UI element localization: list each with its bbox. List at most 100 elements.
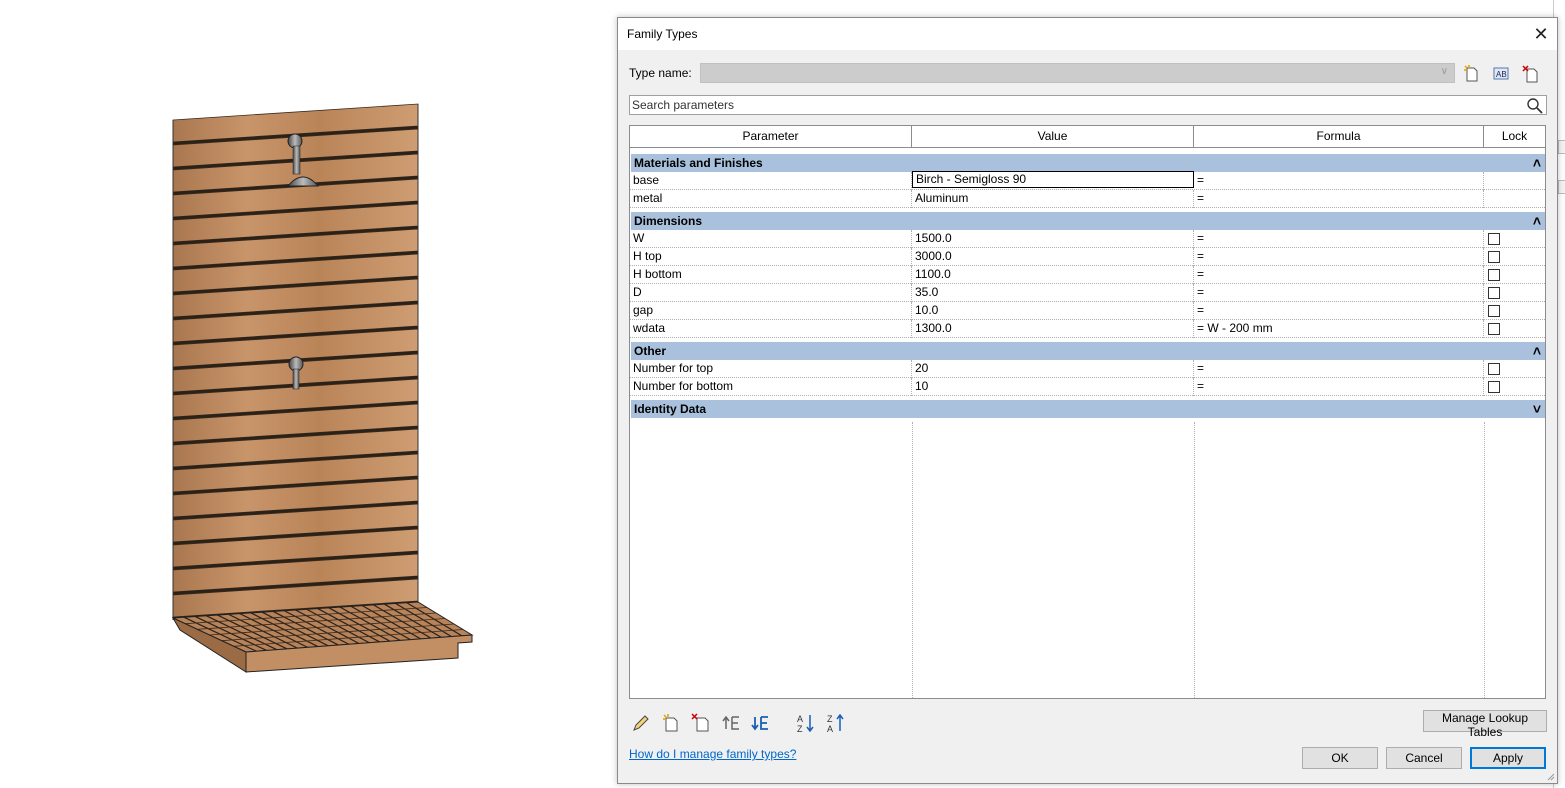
value-cell[interactable]: 1500.0 bbox=[912, 230, 1194, 248]
apply-button[interactable]: Apply bbox=[1470, 747, 1546, 769]
expand-icon[interactable]: ˅ bbox=[1533, 400, 1541, 418]
group-header[interactable]: Identity Data ˅ bbox=[631, 400, 1545, 418]
group-header[interactable]: Dimensions ˄ bbox=[631, 212, 1545, 230]
lock-cell bbox=[1484, 172, 1545, 190]
group-header[interactable]: Other ˄ bbox=[631, 342, 1545, 360]
new-type-icon[interactable] bbox=[1462, 64, 1482, 84]
group-label: Other bbox=[634, 344, 667, 358]
lock-cell bbox=[1484, 378, 1545, 396]
value-cell[interactable]: 10.0 bbox=[912, 302, 1194, 320]
shower-wall-model bbox=[171, 103, 474, 673]
search-box bbox=[629, 95, 1547, 115]
formula-cell[interactable]: = bbox=[1194, 360, 1484, 378]
collapse-icon[interactable]: ˄ bbox=[1533, 342, 1541, 360]
value-cell[interactable]: Birch - Semigloss 90 bbox=[912, 171, 1194, 188]
value-cell[interactable]: Aluminum bbox=[912, 190, 1194, 208]
lock-checkbox[interactable] bbox=[1488, 363, 1500, 375]
cancel-button[interactable]: Cancel bbox=[1386, 747, 1462, 769]
svg-text:A: A bbox=[827, 724, 833, 734]
lock-cell bbox=[1484, 266, 1545, 284]
formula-cell[interactable]: = bbox=[1194, 266, 1484, 284]
lock-checkbox[interactable] bbox=[1488, 305, 1500, 317]
value-cell[interactable]: 20 bbox=[912, 360, 1194, 378]
move-up-icon[interactable] bbox=[721, 712, 743, 734]
lock-cell bbox=[1484, 230, 1545, 248]
new-parameter-icon[interactable] bbox=[660, 712, 682, 734]
model-viewport[interactable] bbox=[0, 0, 600, 788]
parameter-name-cell: Number for bottom bbox=[630, 378, 912, 396]
parameter-row: D 35.0 = bbox=[630, 284, 1545, 302]
parameter-row: metal Aluminum = bbox=[630, 190, 1545, 208]
collapse-icon[interactable]: ˄ bbox=[1533, 212, 1541, 230]
lock-checkbox[interactable] bbox=[1488, 323, 1500, 335]
lock-checkbox[interactable] bbox=[1488, 381, 1500, 393]
edit-parameter-icon[interactable] bbox=[630, 712, 652, 734]
rename-type-icon[interactable]: AB bbox=[1491, 64, 1511, 84]
formula-cell[interactable]: = bbox=[1194, 172, 1484, 190]
column-separator bbox=[1484, 422, 1485, 698]
search-input[interactable] bbox=[632, 97, 1512, 113]
delete-parameter-icon[interactable] bbox=[690, 712, 712, 734]
parameter-row: Number for top 20 = bbox=[630, 360, 1545, 378]
parameter-row: base Birch - Semigloss 90 = bbox=[630, 171, 1545, 190]
column-header-value[interactable]: Value bbox=[912, 126, 1194, 148]
value-cell[interactable]: 1100.0 bbox=[912, 266, 1194, 284]
move-down-icon[interactable] bbox=[750, 712, 772, 734]
parameter-name-cell: H bottom bbox=[630, 266, 912, 284]
sort-descending-icon[interactable]: Z A bbox=[825, 712, 847, 734]
parameter-row: Number for bottom 10 = bbox=[630, 378, 1545, 396]
close-icon[interactable]: ✕ bbox=[1527, 22, 1555, 46]
column-header-parameter[interactable]: Parameter bbox=[630, 126, 912, 148]
lock-cell bbox=[1484, 284, 1545, 302]
formula-cell[interactable]: = bbox=[1194, 248, 1484, 266]
formula-cell[interactable]: = bbox=[1194, 284, 1484, 302]
value-cell[interactable]: 35.0 bbox=[912, 284, 1194, 302]
ok-button[interactable]: OK bbox=[1302, 747, 1378, 769]
delete-type-icon[interactable] bbox=[1521, 64, 1541, 84]
lock-cell bbox=[1484, 190, 1545, 208]
help-link[interactable]: How do I manage family types? bbox=[629, 747, 796, 761]
value-cell[interactable]: 1300.0 bbox=[912, 320, 1194, 338]
group-header[interactable]: Materials and Finishes ˄ bbox=[631, 154, 1545, 172]
parameter-name-cell: H top bbox=[630, 248, 912, 266]
parameter-name-cell: W bbox=[630, 230, 912, 248]
formula-cell[interactable]: = bbox=[1194, 230, 1484, 248]
svg-text:Z: Z bbox=[797, 724, 803, 734]
parameter-name-cell: D bbox=[630, 284, 912, 302]
column-separator bbox=[1194, 422, 1195, 698]
manage-lookup-tables-button[interactable]: Manage Lookup Tables bbox=[1423, 710, 1547, 739]
collapse-icon[interactable]: ˄ bbox=[1533, 154, 1541, 172]
parameter-name-cell: base bbox=[630, 172, 912, 190]
svg-text:A: A bbox=[797, 714, 803, 724]
value-cell[interactable]: 10 bbox=[912, 378, 1194, 396]
formula-cell[interactable]: = W - 200 mm bbox=[1194, 320, 1484, 338]
formula-cell[interactable]: = bbox=[1194, 302, 1484, 320]
search-icon[interactable] bbox=[1526, 97, 1544, 115]
parameter-row: H bottom 1100.0 = bbox=[630, 266, 1545, 284]
parameter-row: wdata 1300.0 = W - 200 mm bbox=[630, 320, 1545, 338]
column-header-formula[interactable]: Formula bbox=[1194, 126, 1484, 148]
title-bar: Family Types ✕ bbox=[618, 18, 1557, 50]
lock-checkbox[interactable] bbox=[1488, 269, 1500, 281]
svg-text:AB: AB bbox=[1496, 70, 1507, 79]
parameters-grid: Parameter Value Formula Lock Materials a… bbox=[629, 125, 1546, 699]
svg-text:Z: Z bbox=[827, 714, 833, 724]
column-separator bbox=[912, 422, 913, 698]
lock-cell bbox=[1484, 320, 1545, 338]
value-cell[interactable]: 3000.0 bbox=[912, 248, 1194, 266]
type-name-dropdown[interactable]: ∨ bbox=[700, 63, 1455, 83]
lock-checkbox[interactable] bbox=[1488, 233, 1500, 245]
parameter-name-cell: wdata bbox=[630, 320, 912, 338]
formula-cell[interactable]: = bbox=[1194, 378, 1484, 396]
parameter-row: gap 10.0 = bbox=[630, 302, 1545, 320]
lock-cell bbox=[1484, 248, 1545, 266]
lock-checkbox[interactable] bbox=[1488, 251, 1500, 263]
formula-cell[interactable]: = bbox=[1194, 190, 1484, 208]
parameter-row: W 1500.0 = bbox=[630, 230, 1545, 248]
resize-grip-icon[interactable] bbox=[1545, 771, 1555, 781]
column-header-lock[interactable]: Lock bbox=[1484, 126, 1545, 148]
sort-ascending-icon[interactable]: A Z bbox=[795, 712, 817, 734]
lock-cell bbox=[1484, 302, 1545, 320]
lock-cell bbox=[1484, 360, 1545, 378]
lock-checkbox[interactable] bbox=[1488, 287, 1500, 299]
